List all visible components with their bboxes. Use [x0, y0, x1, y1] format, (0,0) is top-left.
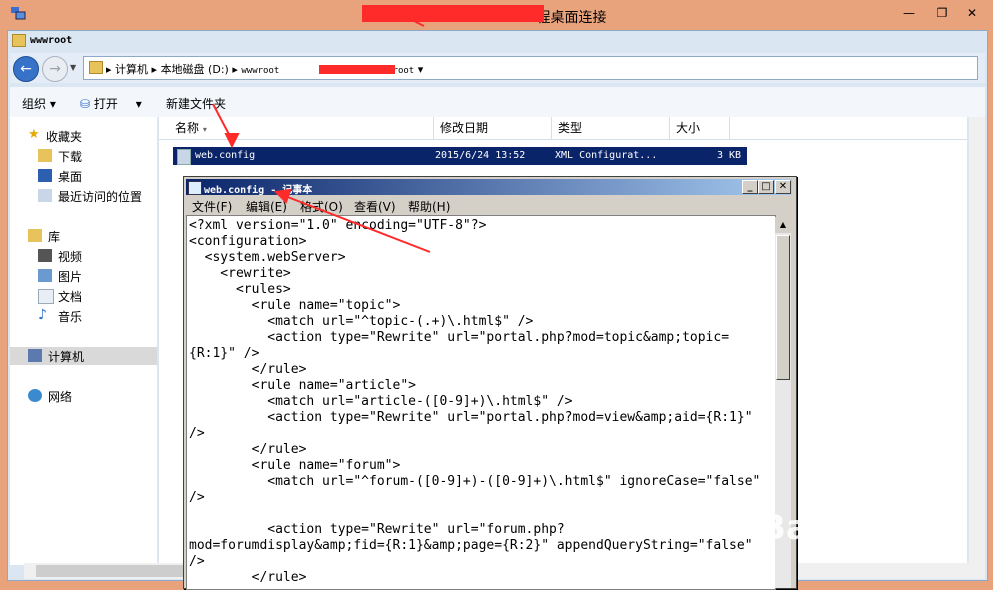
column-size[interactable]: 大小	[670, 117, 730, 139]
menu-format[interactable]: 格式(O)	[300, 198, 343, 215]
documents-icon	[38, 289, 54, 304]
nav-computer[interactable]: 计算机	[10, 347, 157, 365]
notepad-vertical-scrollbar[interactable]: ▲	[775, 217, 791, 588]
menu-file[interactable]: 文件(F)	[192, 198, 232, 215]
explorer-title: wwwroot	[12, 34, 72, 50]
file-content[interactable]: <?xml version="1.0" encoding="UTF-8"?> <…	[187, 216, 775, 586]
redaction-bar	[319, 65, 395, 74]
breadcrumb-drive[interactable]: 本地磁盘 (D:)	[161, 63, 229, 76]
menu-bar: 文件(F) 编辑(E) 格式(O) 查看(V) 帮助(H)	[186, 197, 792, 214]
vertical-scrollbar[interactable]	[969, 117, 985, 565]
history-dropdown-icon[interactable]: ▼	[70, 63, 76, 72]
forward-button[interactable]: →	[42, 56, 68, 82]
scroll-up-icon[interactable]: ▲	[775, 217, 791, 233]
command-bar: 组织 ▾ ⛁ 打开 ▾ 新建文件夹	[10, 87, 985, 117]
address-bar[interactable]: ▸ 计算机 ▸ 本地磁盘 (D:) ▸ wwwroot wwwroot ▾	[83, 56, 978, 80]
libraries-icon	[28, 229, 42, 242]
file-modified: 2015/6/24 13:52	[435, 150, 526, 161]
network-icon	[28, 389, 42, 402]
computer-icon	[28, 349, 42, 362]
menu-view[interactable]: 查看(V)	[354, 198, 396, 215]
open-icon: ⛁	[80, 97, 91, 111]
open-button[interactable]: ⛁ 打开 ▾	[80, 95, 142, 112]
rdp-restore-button[interactable]: ❐	[932, 4, 952, 22]
folder-icon	[12, 34, 26, 47]
breadcrumb-computer[interactable]: 计算机	[115, 63, 148, 76]
file-type: XML Configurat...	[555, 150, 658, 161]
notepad-icon	[188, 181, 202, 195]
config-file-icon	[177, 149, 191, 165]
file-name: web.config	[195, 150, 256, 161]
column-type[interactable]: 类型	[552, 117, 670, 139]
rdp-minimize-button[interactable]: —	[899, 4, 919, 22]
column-name[interactable]: 名称 ▾	[169, 117, 434, 139]
column-modified[interactable]: 修改日期	[434, 117, 552, 139]
new-folder-button[interactable]: 新建文件夹	[166, 95, 226, 112]
notepad-title: web.config - 记事本	[204, 185, 313, 196]
explorer-title-text: wwwroot	[30, 35, 73, 46]
table-row[interactable]: web.config 2015/6/24 13:52 XML Configura…	[173, 147, 747, 165]
downloads-icon	[38, 149, 52, 162]
star-icon: ★	[28, 127, 40, 142]
maximize-button[interactable]: □	[758, 180, 774, 194]
notepad-window: web.config - 记事本 _ □ ✕ 文件(F) 编辑(E) 格式(O)…	[183, 176, 797, 590]
back-button[interactable]: ←	[13, 56, 39, 82]
scroll-thumb[interactable]	[776, 235, 790, 380]
file-size: 3 KB	[717, 150, 742, 161]
menu-help[interactable]: 帮助(H)	[408, 198, 450, 215]
pictures-icon	[38, 269, 52, 282]
rdp-title-bar: 程桌面连接 — ❐ ✕	[0, 0, 993, 30]
redaction-bar	[362, 5, 544, 22]
breadcrumb-wwwroot[interactable]: wwwroot	[241, 66, 279, 76]
minimize-button[interactable]: _	[742, 180, 758, 194]
close-button[interactable]: ✕	[775, 180, 791, 194]
menu-edit[interactable]: 编辑(E)	[246, 198, 287, 215]
text-editor[interactable]: <?xml version="1.0" encoding="UTF-8"?> <…	[186, 215, 776, 590]
music-icon: ♪	[38, 307, 47, 323]
recent-places-icon	[38, 189, 52, 202]
desktop-icon	[38, 169, 52, 182]
organize-button[interactable]: 组织 ▾	[22, 95, 56, 112]
rdp-close-button[interactable]: ✕	[962, 4, 982, 22]
address-row: ← → ▼ ▸ 计算机 ▸ 本地磁盘 (D:) ▸ wwwroot wwwroo…	[10, 53, 985, 83]
notepad-title-bar: web.config - 记事本 _ □ ✕	[186, 179, 792, 196]
folder-icon	[89, 61, 103, 74]
navigation-pane: ★ 收藏夹 下载 桌面 最近访问的位置 库 视频 图片 文档 ♪ 音乐 计算机 网络	[10, 117, 157, 565]
column-header: 名称 ▾ 修改日期 类型 大小	[159, 117, 967, 140]
video-icon	[38, 249, 52, 262]
